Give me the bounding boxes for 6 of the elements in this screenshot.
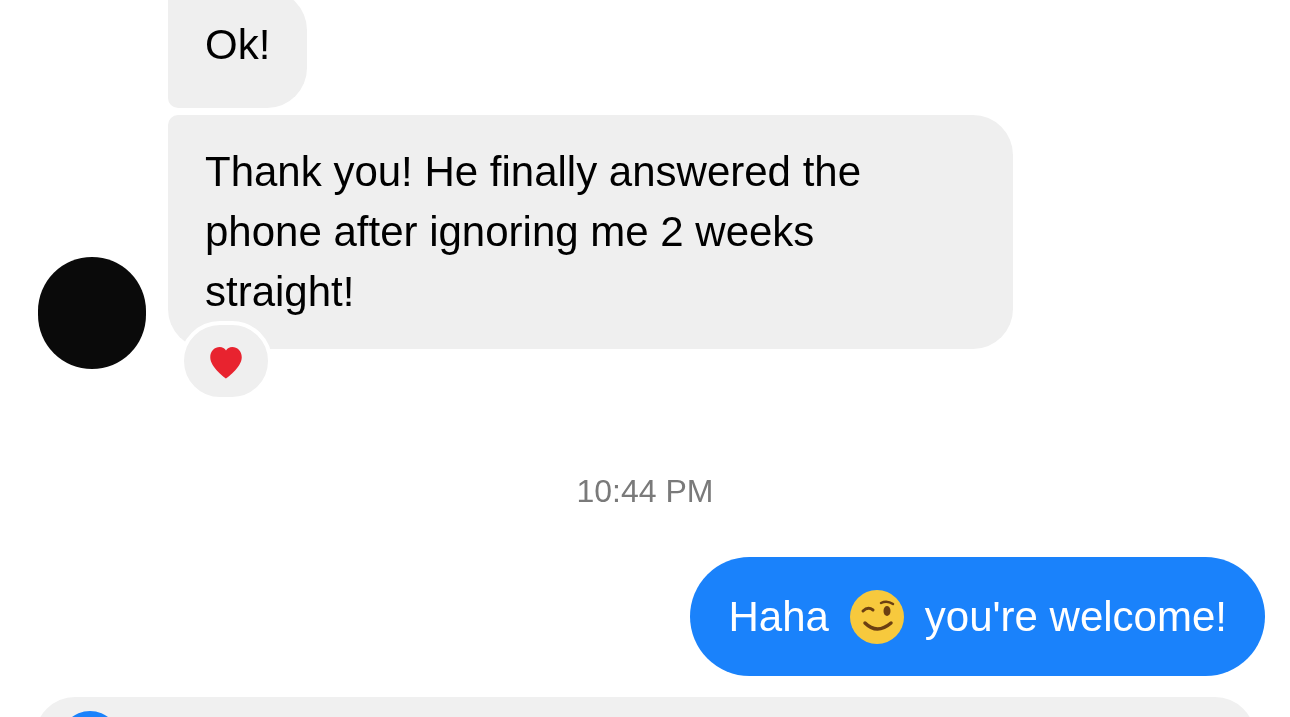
message-text: Haha [728, 592, 829, 642]
message-text: Thank you! He finally answered the phone after ignoring me 2 weeks straight! [205, 148, 862, 315]
message-text: you're welcome! [924, 592, 1227, 642]
timestamp: 10:44 PM [576, 472, 714, 511]
winking-face-icon [848, 588, 905, 645]
message-text: Ok! [205, 21, 271, 68]
